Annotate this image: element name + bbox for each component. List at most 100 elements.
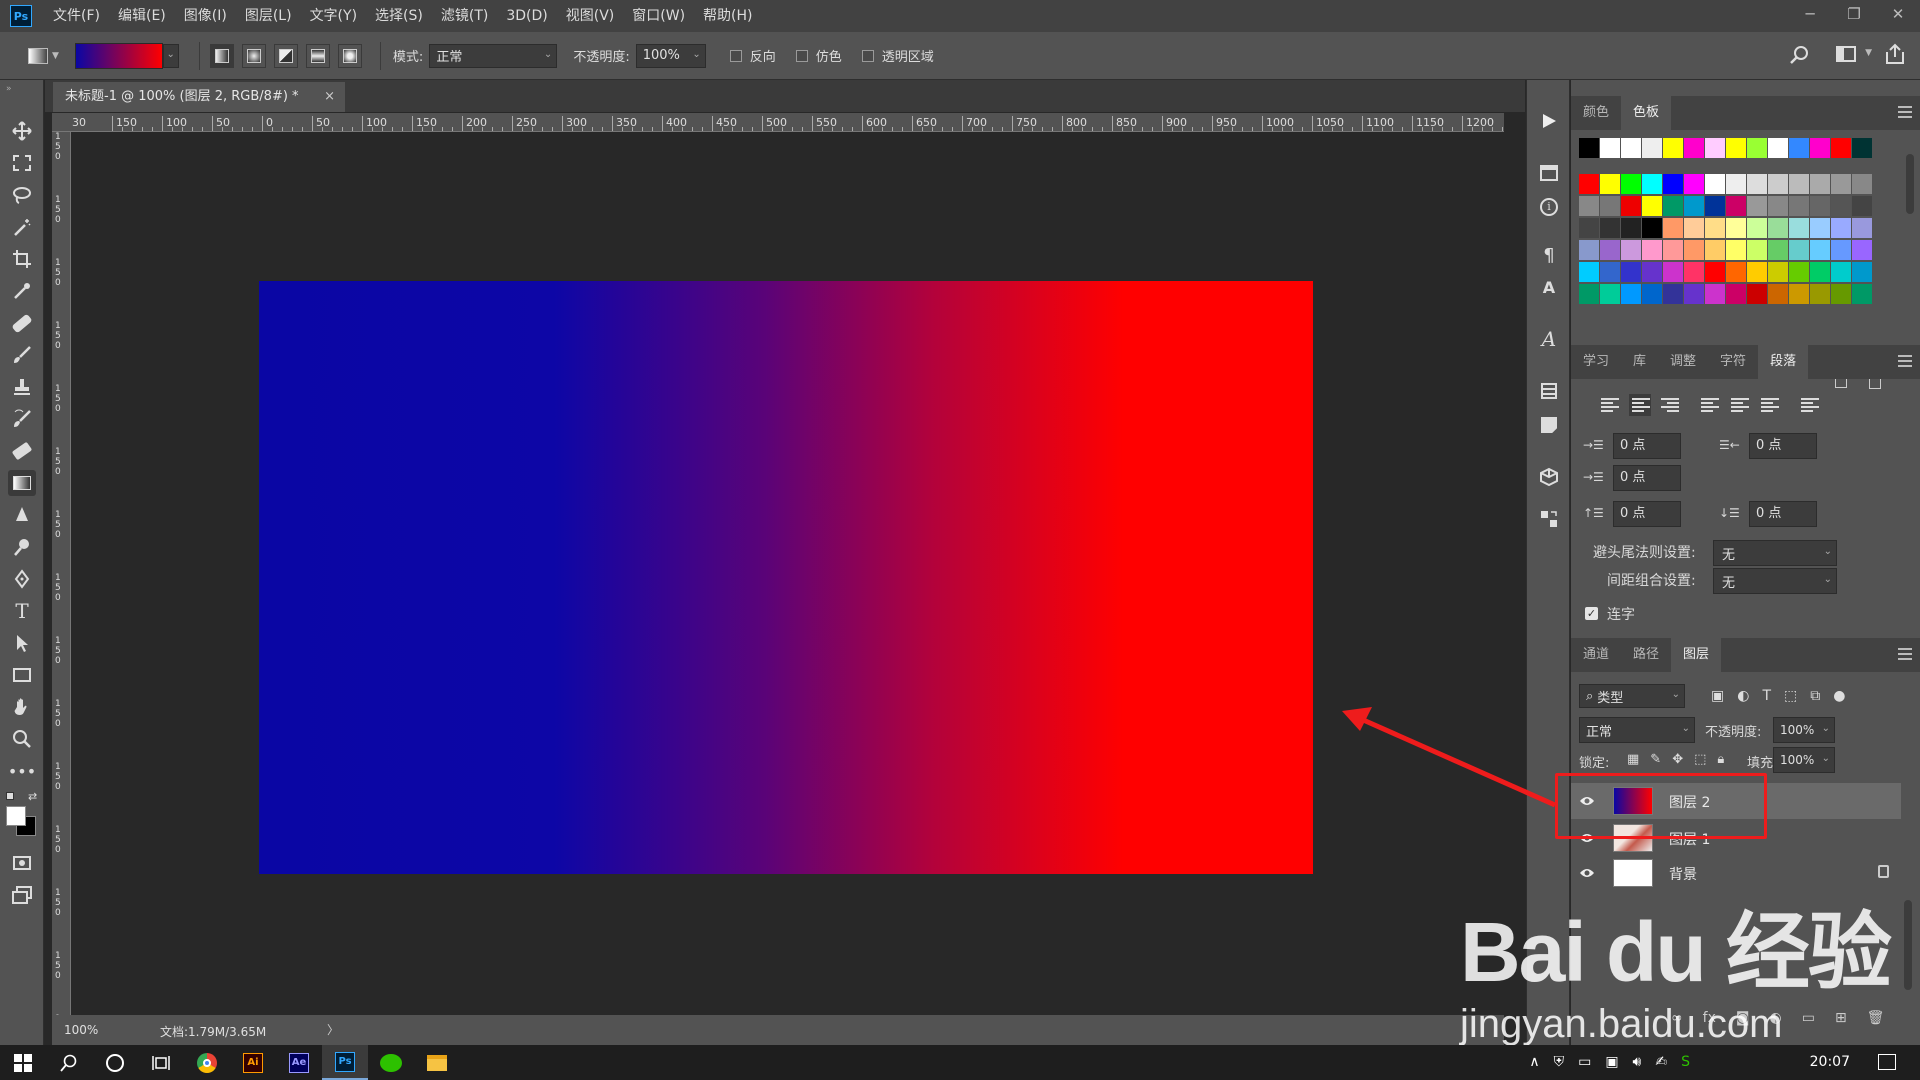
color-swatch[interactable] [1705, 284, 1725, 304]
properties-icon[interactable] [1535, 160, 1563, 186]
sogou-input-icon[interactable]: S [1681, 1054, 1690, 1070]
gradient-picker[interactable] [74, 42, 163, 69]
color-swatch[interactable] [1579, 196, 1599, 216]
color-swatch[interactable] [1768, 138, 1788, 158]
blur-tool-icon[interactable] [8, 502, 36, 528]
adjustments-icon[interactable] [1535, 506, 1563, 532]
color-swatch[interactable] [1705, 138, 1725, 158]
radial-gradient-button[interactable] [241, 43, 266, 68]
color-swatch[interactable] [1747, 138, 1767, 158]
color-swatch[interactable] [1747, 218, 1767, 238]
blend-mode-select[interactable]: 正常 ⌄ [1579, 717, 1695, 743]
color-swatch[interactable] [1747, 240, 1767, 260]
menu-item[interactable]: 图层(L) [236, 0, 301, 32]
color-swatch[interactable] [1852, 262, 1872, 282]
zoom-level[interactable]: 100% [64, 1023, 98, 1037]
color-swatch[interactable] [1789, 196, 1809, 216]
color-swatch[interactable] [1831, 174, 1851, 194]
color-swatch[interactable] [1852, 218, 1872, 238]
mode-select[interactable]: 正常 ⌄ [429, 43, 558, 68]
indent-left-field[interactable]: 0 点 [1613, 433, 1681, 459]
kinsoku-select[interactable]: 无 ⌄ [1713, 540, 1837, 566]
color-swatch[interactable] [1642, 138, 1662, 158]
space-before-field[interactable]: 0 点 [1613, 501, 1681, 527]
color-swatch[interactable] [1726, 284, 1746, 304]
file-explorer-icon[interactable] [414, 1045, 460, 1080]
color-swatch[interactable] [1621, 138, 1641, 158]
healing-brush-icon[interactable] [8, 310, 36, 336]
color-swatch[interactable] [1684, 196, 1704, 216]
hand-tool-icon[interactable] [8, 694, 36, 720]
reflected-gradient-button[interactable] [305, 43, 330, 68]
color-swatch[interactable] [1663, 240, 1683, 260]
color-swatch[interactable] [1768, 262, 1788, 282]
color-swatch[interactable] [1768, 174, 1788, 194]
menu-item[interactable]: 编辑(E) [109, 0, 175, 32]
color-swatch[interactable] [1831, 138, 1851, 158]
color-swatch[interactable] [1726, 174, 1746, 194]
color-swatch[interactable] [1810, 174, 1830, 194]
color-swatch[interactable] [1579, 138, 1599, 158]
color-swatch[interactable] [1705, 218, 1725, 238]
lasso-tool-icon[interactable] [8, 182, 36, 208]
screen-mode-icon[interactable] [8, 882, 36, 908]
color-swatch[interactable] [1831, 240, 1851, 260]
color-swatch[interactable] [1747, 174, 1767, 194]
volume-icon[interactable]: 🔊︎ [1633, 1054, 1642, 1070]
color-swatch[interactable] [1642, 174, 1662, 194]
color-swatch[interactable] [1642, 240, 1662, 260]
menu-item[interactable]: 文字(Y) [301, 0, 366, 32]
dodge-tool-icon[interactable] [8, 534, 36, 560]
align-center-icon[interactable] [1629, 394, 1651, 416]
color-swatch[interactable] [1852, 196, 1872, 216]
chevron-down-icon[interactable]: ▼ [1865, 48, 1872, 58]
color-swatch[interactable] [1831, 284, 1851, 304]
color-swatch[interactable] [1684, 284, 1704, 304]
color-swatch[interactable] [1600, 196, 1620, 216]
menu-item[interactable]: 图像(I) [175, 0, 236, 32]
chevron-up-icon[interactable]: ∧ [1529, 1054, 1539, 1070]
image-filter-icon[interactable]: ▣ [1711, 688, 1724, 704]
tab-libraries[interactable]: 库 [1621, 345, 1658, 379]
eyedropper-icon[interactable] [8, 278, 36, 304]
color-swatch[interactable] [1831, 218, 1851, 238]
task-view-icon[interactable] [138, 1045, 184, 1080]
justify-all-icon[interactable] [1799, 394, 1821, 416]
color-swatch[interactable] [1747, 262, 1767, 282]
color-swatch[interactable] [1768, 218, 1788, 238]
lock-artboard-icon[interactable]: ⬚ [1694, 752, 1706, 767]
chevron-down-icon[interactable]: ▼ [52, 51, 59, 61]
tab-character[interactable]: 字符 [1708, 345, 1758, 379]
panel-menu-icon[interactable] [1898, 106, 1912, 118]
layer-opacity-input[interactable]: 100% ⌄ [1773, 717, 1835, 743]
color-swatch[interactable] [1621, 218, 1641, 238]
security-icon[interactable]: ⛨ [1554, 1054, 1565, 1070]
color-swatch[interactable] [1600, 138, 1620, 158]
lock-transparent-icon[interactable]: ▦ [1627, 752, 1639, 767]
more-tools-icon[interactable]: ••• [8, 758, 36, 784]
panel-menu-icon[interactable] [1898, 648, 1912, 660]
tab-color[interactable]: 颜色 [1571, 96, 1621, 130]
magic-wand-icon[interactable] [8, 214, 36, 240]
fill-input[interactable]: 100% ⌄ [1773, 747, 1835, 773]
color-swatch[interactable] [1789, 174, 1809, 194]
character-icon[interactable]: A [1535, 274, 1563, 300]
menu-item[interactable]: 帮助(H) [694, 0, 761, 32]
color-swatch[interactable] [1789, 262, 1809, 282]
color-swatch[interactable] [1663, 218, 1683, 238]
color-swatch[interactable] [1768, 284, 1788, 304]
color-swatch[interactable] [1705, 196, 1725, 216]
history-brush-icon[interactable] [8, 406, 36, 432]
wechat-icon[interactable] [368, 1045, 414, 1080]
color-swatch[interactable] [1621, 174, 1641, 194]
play-icon[interactable] [1535, 108, 1563, 134]
color-swatch[interactable] [1663, 284, 1683, 304]
color-swatch[interactable] [1789, 240, 1809, 260]
gradient-tool-icon[interactable] [28, 47, 48, 64]
layers-scrollbar[interactable] [1904, 900, 1912, 990]
after-effects-icon[interactable]: Ae [276, 1045, 322, 1080]
gradient-dropdown[interactable]: ⌄ [162, 43, 179, 68]
color-swatch[interactable] [1684, 218, 1704, 238]
libraries-icon[interactable] [1535, 378, 1563, 404]
default-colors-icon[interactable] [6, 792, 14, 800]
